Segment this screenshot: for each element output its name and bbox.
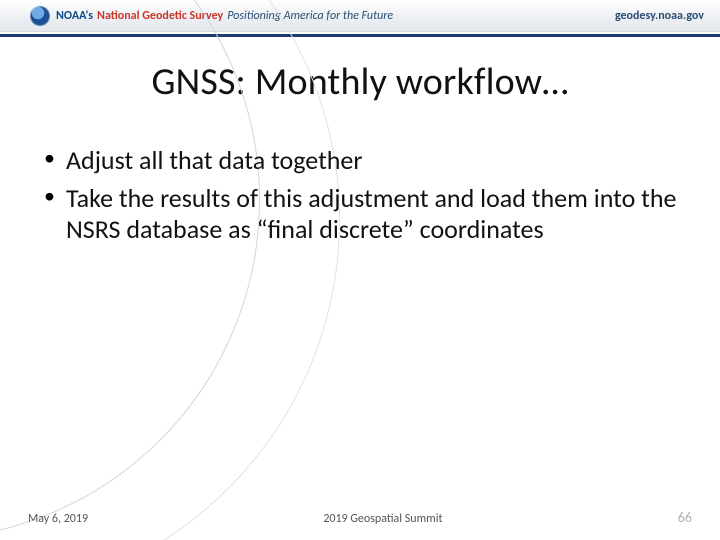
header-band: NOAA's National Geodetic Survey Position…	[0, 0, 720, 32]
list-item: Take the results of this adjustment and …	[40, 183, 680, 246]
bullet-list: Adjust all that data together Take the r…	[40, 145, 680, 246]
brand-tagline: Positioning America for the Future	[227, 9, 393, 23]
footer-event: 2019 Geospatial Summit	[88, 512, 678, 526]
bullet-text: Take the results of this adjustment and …	[66, 182, 677, 246]
noaa-logo-icon	[30, 6, 50, 26]
page-title: GNSS: Monthly workflow…	[0, 59, 720, 105]
slide: NOAA's National Geodetic Survey Position…	[0, 0, 720, 540]
footer-date: May 6, 2019	[28, 512, 88, 526]
header-url: geodesy.noaa.gov	[615, 9, 704, 23]
header-divider	[0, 34, 720, 37]
brand-org-short: NOAA's	[56, 9, 93, 23]
page-number: 66	[678, 509, 692, 526]
list-item: Adjust all that data together	[40, 145, 680, 177]
bullet-text: Adjust all that data together	[66, 144, 362, 176]
footer: May 6, 2019 2019 Geospatial Summit 66	[0, 509, 720, 526]
brand-org-name: National Geodetic Survey	[97, 9, 223, 23]
